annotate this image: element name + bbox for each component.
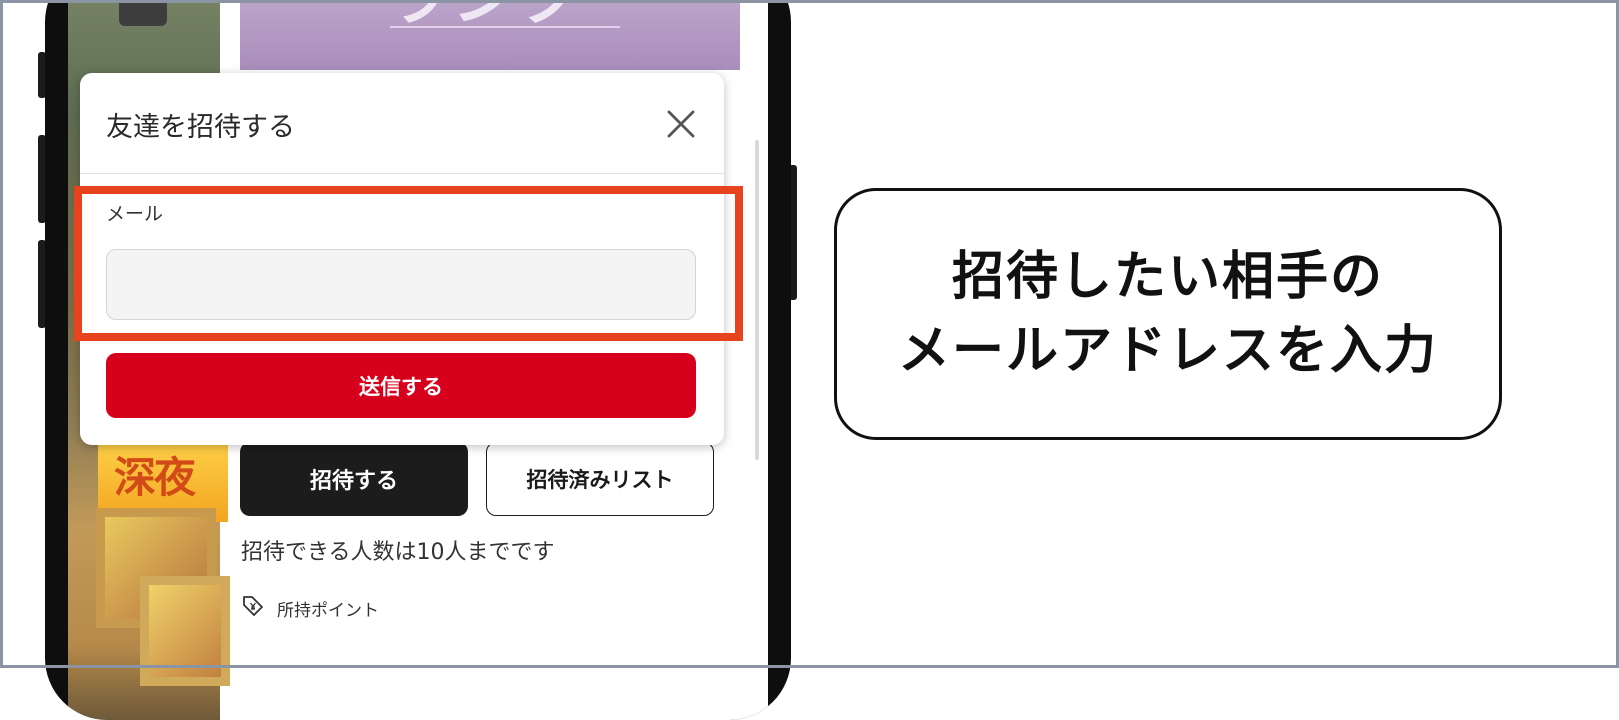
close-icon[interactable] bbox=[662, 105, 700, 143]
invited-list-button[interactable]: 招待済みリスト bbox=[486, 442, 714, 516]
points-label: 所持ポイント bbox=[277, 601, 379, 621]
points-row[interactable]: 所持ポイント bbox=[241, 594, 379, 623]
framed-artwork-image-2 bbox=[140, 576, 230, 686]
phone-frame: 深夜 ランク 招待する 招待済みリスト 招待できる人数は10人までです 所持ポイ… bbox=[45, 0, 791, 720]
strip-banner-text: 深夜 bbox=[114, 453, 196, 502]
rank-banner-text: ランク bbox=[386, 0, 584, 38]
banner-divider bbox=[390, 26, 620, 28]
dialog-header: 友達を招待する bbox=[80, 73, 724, 174]
rank-banner: ランク bbox=[240, 0, 740, 70]
email-field-highlight-box bbox=[74, 186, 743, 341]
tag-yen-icon bbox=[241, 594, 265, 623]
instruction-callout: 招待したい相手の メールアドレスを入力 bbox=[834, 188, 1502, 440]
invite-limit-note: 招待できる人数は10人までです bbox=[241, 540, 555, 565]
dialog-title: 友達を招待する bbox=[106, 112, 295, 143]
callout-line-2: メールアドレスを入力 bbox=[897, 321, 1438, 381]
callout-line-1: 招待したい相手の bbox=[951, 247, 1384, 307]
back-button[interactable] bbox=[119, 0, 167, 26]
page-scrollbar[interactable] bbox=[755, 140, 759, 460]
phone-screen: 深夜 ランク 招待する 招待済みリスト 招待できる人数は10人までです 所持ポイ… bbox=[68, 0, 768, 720]
send-button[interactable]: 送信する bbox=[106, 353, 696, 418]
invite-button[interactable]: 招待する bbox=[240, 442, 468, 516]
